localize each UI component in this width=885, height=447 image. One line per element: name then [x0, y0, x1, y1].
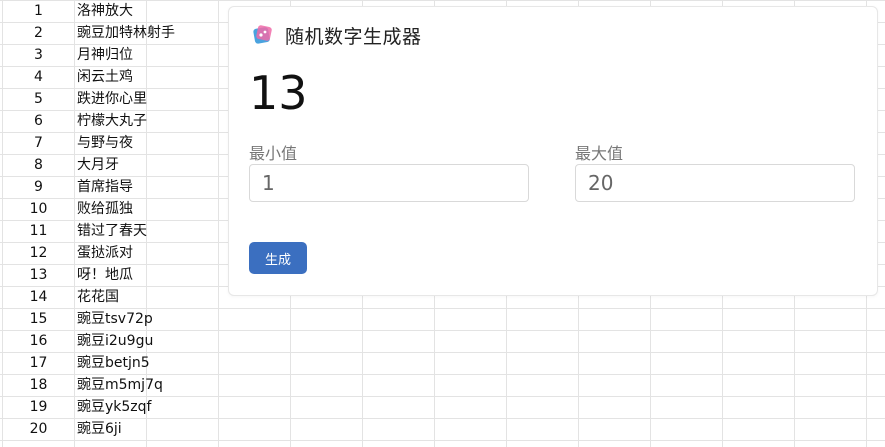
row-name: 花花国: [77, 289, 119, 305]
row-name: 败给孤独: [77, 201, 133, 217]
row-number: 19: [29, 399, 48, 415]
table-row[interactable]: 11 错过了春天: [0, 220, 220, 242]
row-number: 1: [34, 3, 43, 19]
random-result: 13: [249, 66, 308, 120]
row-name: 豌豆加特林射手: [77, 25, 175, 41]
table-row[interactable]: 1 洛神放大: [0, 0, 220, 22]
row-number: 9: [34, 179, 43, 195]
min-label: 最小值: [249, 144, 298, 163]
row-number: 13: [29, 267, 48, 283]
max-label: 最大值: [575, 144, 624, 163]
row-name: 豌豆tsv72p: [77, 311, 153, 327]
row-number: 20: [29, 421, 48, 437]
row-number: 7: [34, 135, 43, 151]
table-row[interactable]: 9 首席指导: [0, 176, 220, 198]
table-row[interactable]: 10 败给孤独: [0, 198, 220, 220]
row-name: 豌豆6ji: [77, 421, 122, 437]
row-name: 首席指导: [77, 179, 133, 195]
table-row[interactable]: 15 豌豆tsv72p: [0, 308, 220, 330]
row-number: 8: [34, 157, 43, 173]
row-name: 豌豆m5mj7q: [77, 377, 163, 393]
row-name: 错过了春天: [77, 223, 147, 239]
row-number: 3: [34, 47, 43, 63]
row-number: 17: [29, 355, 48, 371]
row-name: 豌豆betjn5: [77, 355, 150, 371]
row-name: 与野与夜: [77, 135, 133, 151]
row-name: 洛神放大: [77, 3, 133, 19]
table-row[interactable]: 3 月神归位: [0, 44, 220, 66]
row-name: 豌豆yk5zqf: [77, 399, 152, 415]
table-row[interactable]: 20 豌豆6ji: [0, 418, 220, 440]
table-row[interactable]: 17 豌豆betjn5: [0, 352, 220, 374]
generate-button[interactable]: 生成: [249, 242, 307, 274]
row-name: 大月牙: [77, 157, 119, 173]
card-header: 随机数字生成器: [251, 21, 422, 49]
table-row[interactable]: 5 跌进你心里: [0, 88, 220, 110]
row-number: 11: [29, 223, 48, 239]
row-number: 14: [29, 289, 48, 305]
dice-icon: [251, 24, 273, 46]
table-row[interactable]: 7 与野与夜: [0, 132, 220, 154]
card-title: 随机数字生成器: [285, 25, 422, 48]
table-row[interactable]: 6 柠檬大丸子: [0, 110, 220, 132]
table-row[interactable]: 13 呀！地瓜: [0, 264, 220, 286]
row-number: 6: [34, 113, 43, 129]
table-row[interactable]: 14 花花国: [0, 286, 220, 308]
min-input[interactable]: [249, 164, 529, 202]
max-input[interactable]: [575, 164, 855, 202]
table-row[interactable]: 16 豌豆i2u9gu: [0, 330, 220, 352]
table-row[interactable]: 19 豌豆yk5zqf: [0, 396, 220, 418]
row-name: 豌豆i2u9gu: [77, 333, 154, 349]
row-number: 12: [29, 245, 48, 261]
table-row[interactable]: 8 大月牙: [0, 154, 220, 176]
row-number: 10: [29, 201, 48, 217]
random-number-card: 随机数字生成器 13 最小值 最大值 生成: [228, 6, 878, 296]
row-name: 柠檬大丸子: [77, 113, 147, 129]
table-row[interactable]: 4 闲云土鸡: [0, 66, 220, 88]
row-number: 16: [29, 333, 48, 349]
row-name: 蛋挞派对: [77, 245, 133, 261]
row-name: 跌进你心里: [77, 91, 147, 107]
table-row[interactable]: 12 蛋挞派对: [0, 242, 220, 264]
row-number: 15: [29, 311, 48, 327]
row-name: 闲云土鸡: [77, 69, 133, 85]
row-name: 月神归位: [77, 47, 133, 63]
row-name: 呀！地瓜: [77, 267, 133, 283]
row-number: 4: [34, 69, 43, 85]
row-number: 18: [29, 377, 48, 393]
table-row[interactable]: 2 豌豆加特林射手: [0, 22, 220, 44]
row-number: 2: [34, 25, 43, 41]
table-row[interactable]: 18 豌豆m5mj7q: [0, 374, 220, 396]
row-number: 5: [34, 91, 43, 107]
